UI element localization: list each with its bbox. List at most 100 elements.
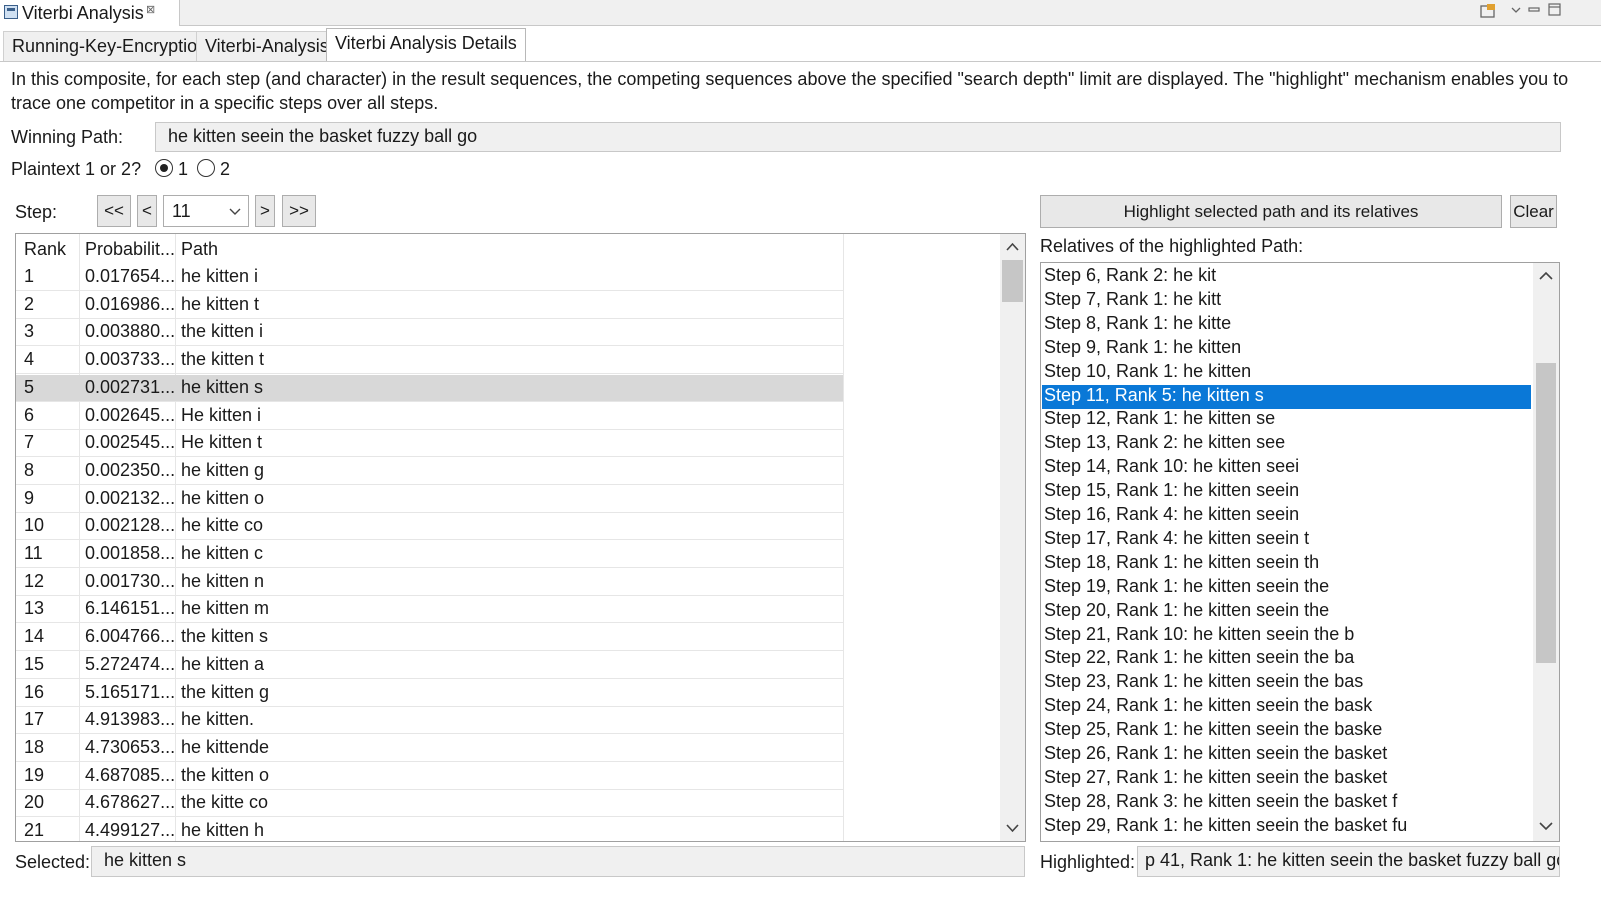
relative-item[interactable]: Step 19, Rank 1: he kitten seein the xyxy=(1042,576,1531,600)
relative-item[interactable]: Step 14, Rank 10: he kitten seei xyxy=(1042,456,1531,480)
probability-cell: 5.272474... xyxy=(85,653,176,674)
relatives-list[interactable]: Step 6, Rank 2: he kit Step 7, Rank 1: he… xyxy=(1040,262,1560,842)
relative-item[interactable]: Step 13, Rank 2: he kitten see xyxy=(1042,432,1531,456)
table-row[interactable]: 11 0.001858... he kitten c xyxy=(16,541,843,568)
table-row[interactable]: 20 4.678627... the kitte co xyxy=(16,790,843,818)
highlighted-field[interactable]: p 41, Rank 1: he kitten seein the basket… xyxy=(1137,846,1560,877)
relative-item[interactable]: Step 12, Rank 1: he kitten se xyxy=(1042,408,1531,432)
plaintext-radio-2[interactable] xyxy=(197,159,215,177)
plaintext-option-2-label[interactable]: 2 xyxy=(220,159,230,180)
rank-cell: 21 xyxy=(24,820,45,840)
table-row[interactable]: 1 0.017654... he kitten i xyxy=(16,264,843,291)
table-row[interactable]: 4 0.003733... the kitten t xyxy=(16,347,843,375)
column-header-probability[interactable]: Probabilit... xyxy=(85,239,175,260)
relative-item[interactable]: Step 11, Rank 5: he kitten s xyxy=(1042,384,1531,409)
scrollbar-thumb[interactable] xyxy=(1002,260,1023,302)
relative-item[interactable]: Step 22, Rank 1: he kitten seein the ba xyxy=(1042,647,1531,671)
maximize-icon[interactable] xyxy=(1548,3,1562,17)
tab-running-key-encryption[interactable]: Running-Key-Encryption xyxy=(3,31,217,61)
table-row[interactable]: 16 5.165171... the kitten g xyxy=(16,680,843,707)
table-row[interactable]: 10 0.002128... he kitte co xyxy=(16,513,843,541)
rank-table[interactable]: Rank Probabilit... Path 1 0.017654... he k… xyxy=(15,233,1026,842)
table-row[interactable]: 8 0.002350... he kitten g xyxy=(16,458,843,485)
plaintext-radio-1[interactable] xyxy=(155,159,173,177)
rank-cell: 13 xyxy=(24,598,45,619)
next-step-button[interactable]: > xyxy=(255,195,275,227)
minimize-icon[interactable] xyxy=(1528,4,1540,16)
relative-item[interactable]: Step 24, Rank 1: he kitten seein the bas… xyxy=(1042,695,1531,719)
rank-cell: 12 xyxy=(24,570,45,591)
table-row[interactable]: 2 0.016986... he kitten t xyxy=(16,292,843,319)
rank-cell: 20 xyxy=(24,792,45,813)
table-row[interactable]: 17 4.913983... he kitten. xyxy=(16,707,843,735)
relatives-scrollbar[interactable] xyxy=(1533,263,1559,841)
path-cell: the kitten i xyxy=(181,321,264,342)
table-row[interactable]: 18 4.730653... he kittende xyxy=(16,735,843,762)
path-cell: he kitten s xyxy=(181,376,264,397)
relative-item[interactable]: Step 21, Rank 10: he kitten seein the b xyxy=(1042,624,1531,648)
prev-step-button[interactable]: < xyxy=(137,195,157,227)
chevron-down-icon[interactable] xyxy=(1510,4,1522,16)
selected-field[interactable]: he kitten s xyxy=(91,846,1025,877)
table-row[interactable]: 7 0.002545... He kitten t xyxy=(16,430,843,458)
table-row[interactable]: 21 4.499127... he kitten h xyxy=(16,818,843,841)
close-icon[interactable]: ⊠ xyxy=(146,3,155,16)
table-row[interactable]: 12 0.001730... he kitten n xyxy=(16,569,843,596)
path-cell: he kitten i xyxy=(181,266,259,286)
relative-item[interactable]: Step 29, Rank 1: he kitten seein the bas… xyxy=(1042,815,1531,839)
relative-item[interactable]: Step 15, Rank 1: he kitten seein xyxy=(1042,480,1531,504)
last-step-button[interactable]: >> xyxy=(282,195,316,227)
probability-cell: 6.146151... xyxy=(85,598,176,619)
table-row[interactable]: 5 0.002731... he kitten s xyxy=(16,374,843,402)
table-row[interactable]: 15 5.272474... he kitten a xyxy=(16,652,843,679)
relative-item[interactable]: Step 28, Rank 3: he kitten seein the bas… xyxy=(1042,791,1531,815)
rank-cell: 19 xyxy=(24,764,45,785)
relative-item[interactable]: Step 26, Rank 1: he kitten seein the bas… xyxy=(1042,743,1531,767)
probability-cell: 6.004766... xyxy=(85,626,176,647)
table-row[interactable]: 14 6.004766... the kitten s xyxy=(16,624,843,652)
table-row[interactable]: 19 4.687085... the kitten o xyxy=(16,763,843,790)
relative-item[interactable]: Step 18, Rank 1: he kitten seein th xyxy=(1042,552,1531,576)
step-select[interactable]: 11 xyxy=(163,195,249,227)
winning-path-field[interactable]: he kitten seein the basket fuzzy ball go xyxy=(155,122,1561,152)
relative-item[interactable]: Step 9, Rank 1: he kitten xyxy=(1042,337,1531,361)
probability-cell: 0.016986... xyxy=(85,293,176,314)
scroll-down-icon[interactable] xyxy=(1000,821,1025,835)
column-header-rank[interactable]: Rank xyxy=(24,239,66,260)
scroll-up-icon[interactable] xyxy=(1533,269,1559,283)
rank-cell: 14 xyxy=(24,626,45,647)
rank-cell: 1 xyxy=(24,266,35,286)
relative-item[interactable]: Step 17, Rank 4: he kitten seein t xyxy=(1042,528,1531,552)
column-header-path[interactable]: Path xyxy=(181,239,218,260)
scrollbar-thumb[interactable] xyxy=(1536,363,1556,663)
tab-viterbi-analysis-details[interactable]: Viterbi Analysis Details xyxy=(326,28,526,61)
editor-tab[interactable]: Viterbi Analysis ⊠ xyxy=(0,0,180,26)
relative-item[interactable]: Step 25, Rank 1: he kitten seein the bas… xyxy=(1042,719,1531,743)
relative-item[interactable]: Step 7, Rank 1: he kitt xyxy=(1042,289,1531,313)
table-row[interactable]: 6 0.002645... He kitten i xyxy=(16,403,843,430)
relative-item[interactable]: Step 8, Rank 1: he kitte xyxy=(1042,313,1531,337)
relative-item[interactable]: Step 27, Rank 1: he kitten seein the bas… xyxy=(1042,767,1531,791)
table-row[interactable]: 13 6.146151... he kitten m xyxy=(16,596,843,624)
tab-viterbi-analysis[interactable]: Viterbi-Analysis xyxy=(196,31,338,61)
probability-cell: 4.913983... xyxy=(85,709,176,730)
relative-item[interactable]: Step 16, Rank 4: he kitten seein xyxy=(1042,504,1531,528)
relative-item[interactable]: Step 20, Rank 1: he kitten seein the xyxy=(1042,600,1531,624)
highlight-button[interactable]: Highlight selected path and its relative… xyxy=(1040,195,1502,228)
relative-item[interactable]: Step 6, Rank 2: he kit xyxy=(1042,265,1531,289)
clear-button[interactable]: Clear xyxy=(1510,195,1557,228)
rank-cell: 2 xyxy=(24,293,35,314)
relative-item[interactable]: Step 23, Rank 1: he kitten seein the bas xyxy=(1042,671,1531,695)
table-row[interactable]: 3 0.003880... the kitten i xyxy=(16,319,843,347)
scroll-up-icon[interactable] xyxy=(1000,240,1025,254)
new-window-icon[interactable] xyxy=(1480,3,1496,19)
probability-cell: 0.002545... xyxy=(85,432,176,453)
rank-cell: 15 xyxy=(24,653,45,674)
table-row[interactable]: 9 0.002132... he kitten o xyxy=(16,486,843,513)
first-step-button[interactable]: << xyxy=(97,195,131,227)
relative-item[interactable]: Step 10, Rank 1: he kitten xyxy=(1042,361,1531,385)
app-icon xyxy=(4,5,18,19)
table-scrollbar[interactable] xyxy=(1000,234,1025,841)
scroll-down-icon[interactable] xyxy=(1533,819,1559,833)
plaintext-option-1-label[interactable]: 1 xyxy=(178,159,188,180)
